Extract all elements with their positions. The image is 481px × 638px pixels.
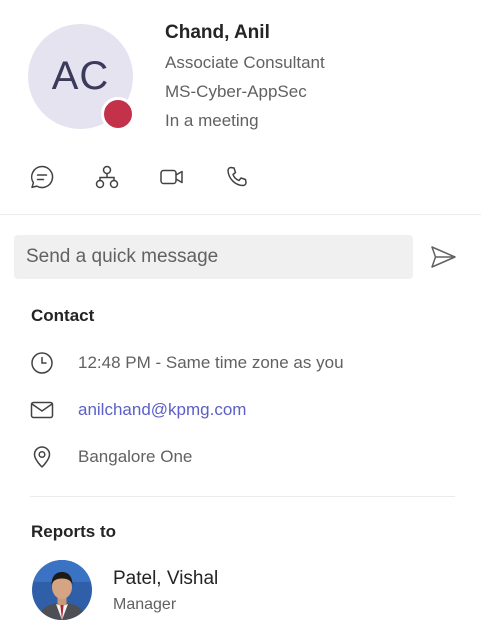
header-divider <box>0 214 481 215</box>
chat-icon <box>30 165 54 189</box>
location-row: Bangalore One <box>30 444 430 470</box>
mail-icon <box>30 398 54 422</box>
video-call-icon <box>160 169 183 185</box>
audio-call-button[interactable] <box>223 163 251 191</box>
presence-busy-indicator <box>101 97 135 131</box>
clock-icon <box>30 351 54 375</box>
local-time-row: 12:48 PM - Same time zone as you <box>30 350 430 376</box>
manager-title: Manager <box>113 596 177 613</box>
org-chart-button[interactable] <box>93 163 121 191</box>
audio-call-icon <box>227 166 247 187</box>
section-divider <box>30 496 455 497</box>
action-bar <box>28 163 288 191</box>
contact-name: Chand, Anil <box>165 22 270 43</box>
send-button[interactable] <box>428 242 458 272</box>
video-call-button[interactable] <box>158 163 186 191</box>
reports-to-heading: Reports to <box>31 522 116 541</box>
quick-message-input[interactable] <box>14 235 413 279</box>
contact-heading: Contact <box>31 306 95 325</box>
manager-card[interactable]: Patel, Vishal Manager <box>32 560 218 620</box>
location-pin-icon <box>30 445 54 469</box>
manager-name[interactable]: Patel, Vishal <box>113 568 218 590</box>
send-icon <box>431 246 456 268</box>
chat-button[interactable] <box>28 163 56 191</box>
email-row: anilchand@kpmg.com <box>30 397 430 423</box>
local-time-text: 12:48 PM - Same time zone as you <box>78 353 344 372</box>
email-link[interactable]: anilchand@kpmg.com <box>78 400 246 420</box>
manager-avatar[interactable] <box>32 560 92 620</box>
department: MS-Cyber-AppSec <box>165 82 307 101</box>
job-title: Associate Consultant <box>165 53 325 72</box>
org-chart-icon <box>95 165 119 189</box>
avatar-initials: AC <box>51 54 110 98</box>
presence-status-text: In a meeting <box>165 111 259 130</box>
location-text: Bangalore One <box>78 447 193 466</box>
